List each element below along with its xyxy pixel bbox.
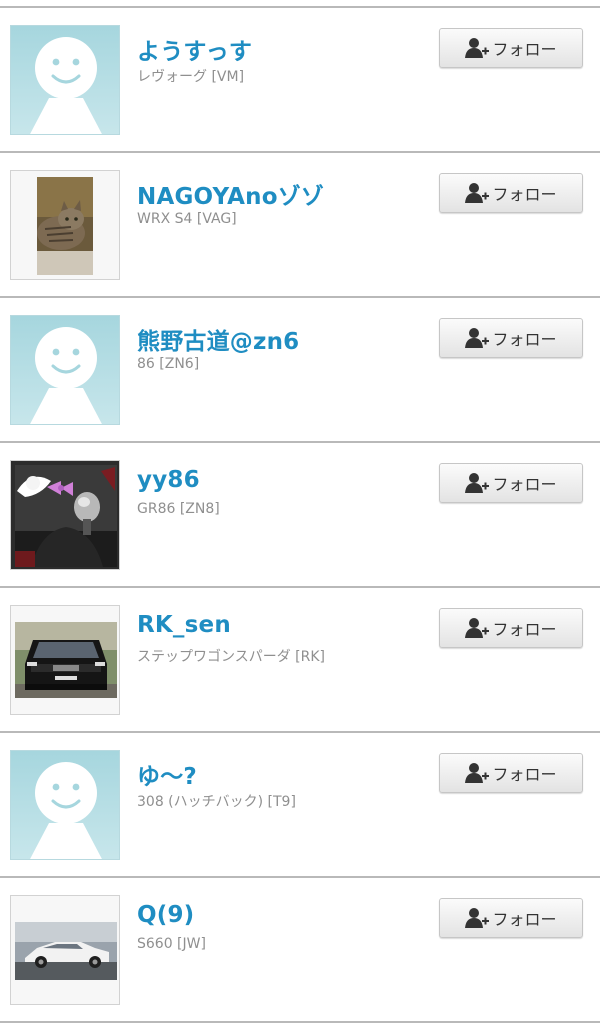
row-divider <box>0 1021 600 1023</box>
user-name[interactable]: NAGOYAnoゾゾ <box>137 177 324 211</box>
add-user-icon <box>465 38 490 58</box>
default-avatar-icon[interactable] <box>10 25 120 135</box>
user-list: ようすっす レヴォーグ [VM] フォロー NAGOYAnoゾゾ WRX S4 … <box>0 0 600 1024</box>
follow-button[interactable]: フォロー <box>439 608 583 648</box>
cat-photo-avatar[interactable] <box>10 170 120 280</box>
user-row[interactable]: ゆ〜? 308 (ハッチバック) [T9] フォロー <box>0 733 600 878</box>
follow-button[interactable]: フォロー <box>439 318 583 358</box>
user-row[interactable]: 熊野古道@zn6 86 [ZN6] フォロー <box>0 298 600 443</box>
follow-button-label: フォロー <box>492 185 557 204</box>
user-name[interactable]: yy86 <box>137 467 200 493</box>
add-user-icon <box>465 328 490 348</box>
user-row[interactable]: ようすっす レヴォーグ [VM] フォロー <box>0 8 600 153</box>
follow-button[interactable]: フォロー <box>439 28 583 68</box>
follow-button[interactable]: フォロー <box>439 463 583 503</box>
follow-button[interactable]: フォロー <box>439 173 583 213</box>
add-user-icon <box>465 183 490 203</box>
default-avatar-icon[interactable] <box>10 750 120 860</box>
default-avatar-icon[interactable] <box>10 315 120 425</box>
user-row[interactable]: NAGOYAnoゾゾ WRX S4 [VAG] フォロー <box>0 153 600 298</box>
minivan-photo-avatar[interactable] <box>10 605 120 715</box>
shift-knob-photo-avatar[interactable] <box>10 460 120 570</box>
user-car: 86 [ZN6] <box>137 356 200 372</box>
user-car: 308 (ハッチバック) [T9] <box>137 794 296 810</box>
add-user-icon <box>465 473 490 493</box>
follow-button-label: フォロー <box>492 620 557 639</box>
user-name[interactable]: 熊野古道@zn6 <box>137 322 299 356</box>
user-row[interactable]: Q(9) S660 [JW] フォロー <box>0 878 600 1023</box>
follow-button[interactable]: フォロー <box>439 898 583 938</box>
user-row[interactable]: yy86 GR86 [ZN8] フォロー <box>0 443 600 588</box>
user-car: ステップワゴンスパーダ [RK] <box>137 649 326 665</box>
user-car: WRX S4 [VAG] <box>137 211 237 227</box>
follow-button-label: フォロー <box>492 330 557 349</box>
add-user-icon <box>465 763 490 783</box>
follow-button-label: フォロー <box>492 475 557 494</box>
user-name[interactable]: Q(9) <box>137 902 194 928</box>
follow-button-label: フォロー <box>492 910 557 929</box>
add-user-icon <box>465 618 490 638</box>
white-car-photo-avatar[interactable] <box>10 895 120 1005</box>
follow-button-label: フォロー <box>492 765 557 784</box>
follow-button[interactable]: フォロー <box>439 753 583 793</box>
user-name[interactable]: ようすっす <box>137 32 252 66</box>
user-name[interactable]: ゆ〜? <box>137 757 197 791</box>
user-car: GR86 [ZN8] <box>137 501 220 517</box>
user-row[interactable]: RK_sen ステップワゴンスパーダ [RK] フォロー <box>0 588 600 733</box>
user-name[interactable]: RK_sen <box>137 612 231 638</box>
follow-button-label: フォロー <box>492 40 557 59</box>
user-car: レヴォーグ [VM] <box>137 69 245 85</box>
add-user-icon <box>465 908 490 928</box>
user-car: S660 [JW] <box>137 936 206 952</box>
